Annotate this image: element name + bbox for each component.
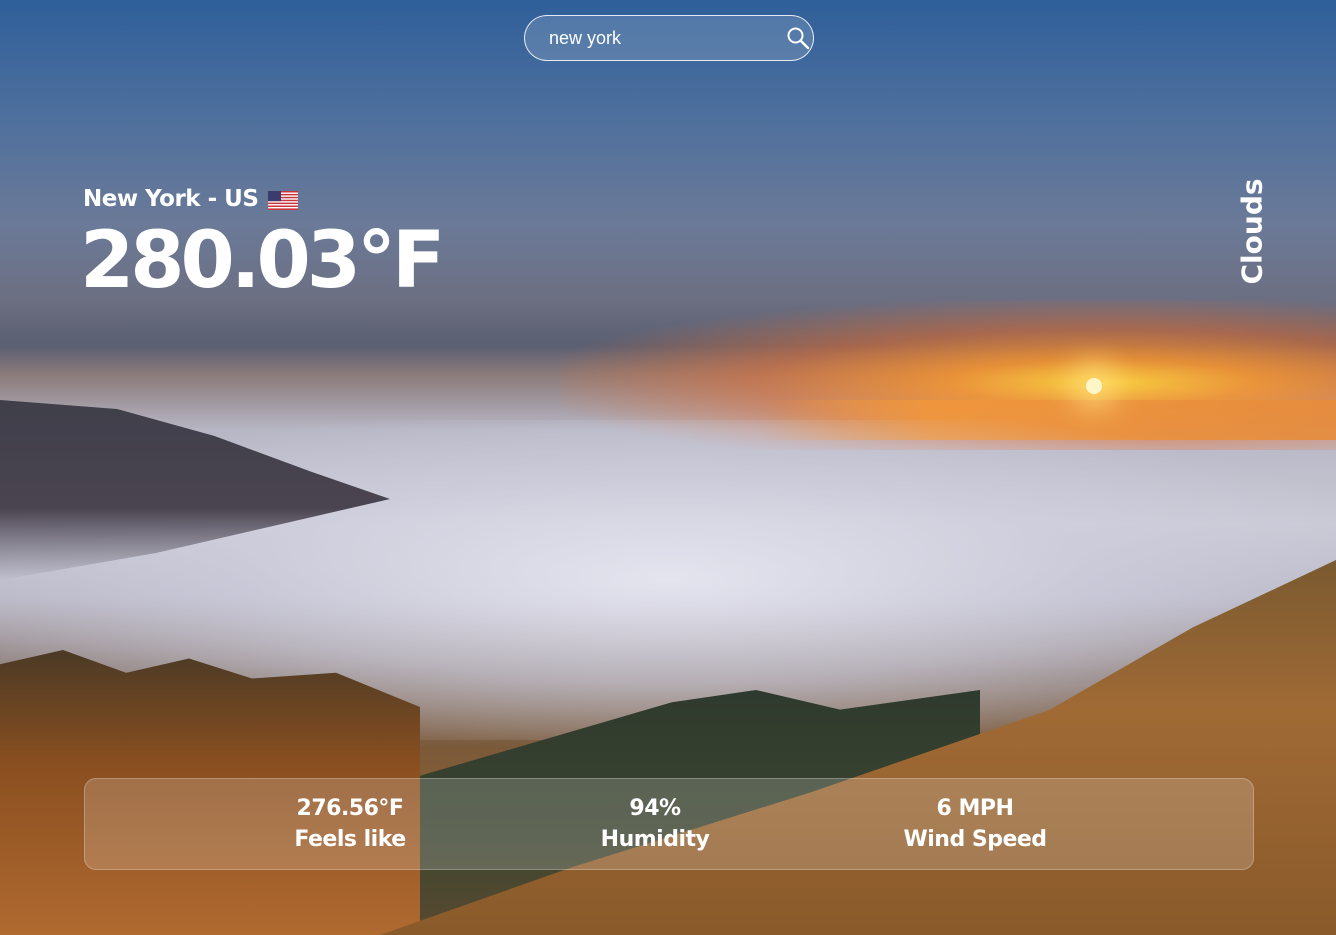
location-heading: New York - US (83, 186, 299, 212)
feels-like-value: 276.56°F (296, 796, 404, 821)
us-flag-icon (268, 190, 299, 210)
weather-condition: Clouds (1235, 178, 1269, 285)
weather-app: New York - US 280.03°F Clouds 276.56°F F… (0, 0, 1336, 935)
wind-speed-label: Wind Speed (903, 827, 1047, 852)
background-sun (1086, 378, 1102, 394)
wind-speed-stat: 6 MPH Wind Speed (903, 793, 1047, 855)
weather-stats-panel: 276.56°F Feels like 94% Humidity 6 MPH W… (84, 778, 1254, 870)
search-input[interactable] (525, 15, 783, 61)
humidity-value: 94% (629, 796, 681, 821)
search-icon[interactable] (783, 15, 813, 61)
humidity-label: Humidity (600, 827, 710, 852)
feels-like-label: Feels like (294, 827, 406, 852)
current-temperature: 280.03°F (80, 216, 445, 306)
search-bar (524, 15, 814, 61)
feels-like-stat: 276.56°F Feels like (294, 793, 406, 855)
wind-speed-value: 6 MPH (936, 796, 1014, 821)
humidity-stat: 94% Humidity (601, 793, 710, 855)
location-name: New York - US (83, 186, 259, 212)
